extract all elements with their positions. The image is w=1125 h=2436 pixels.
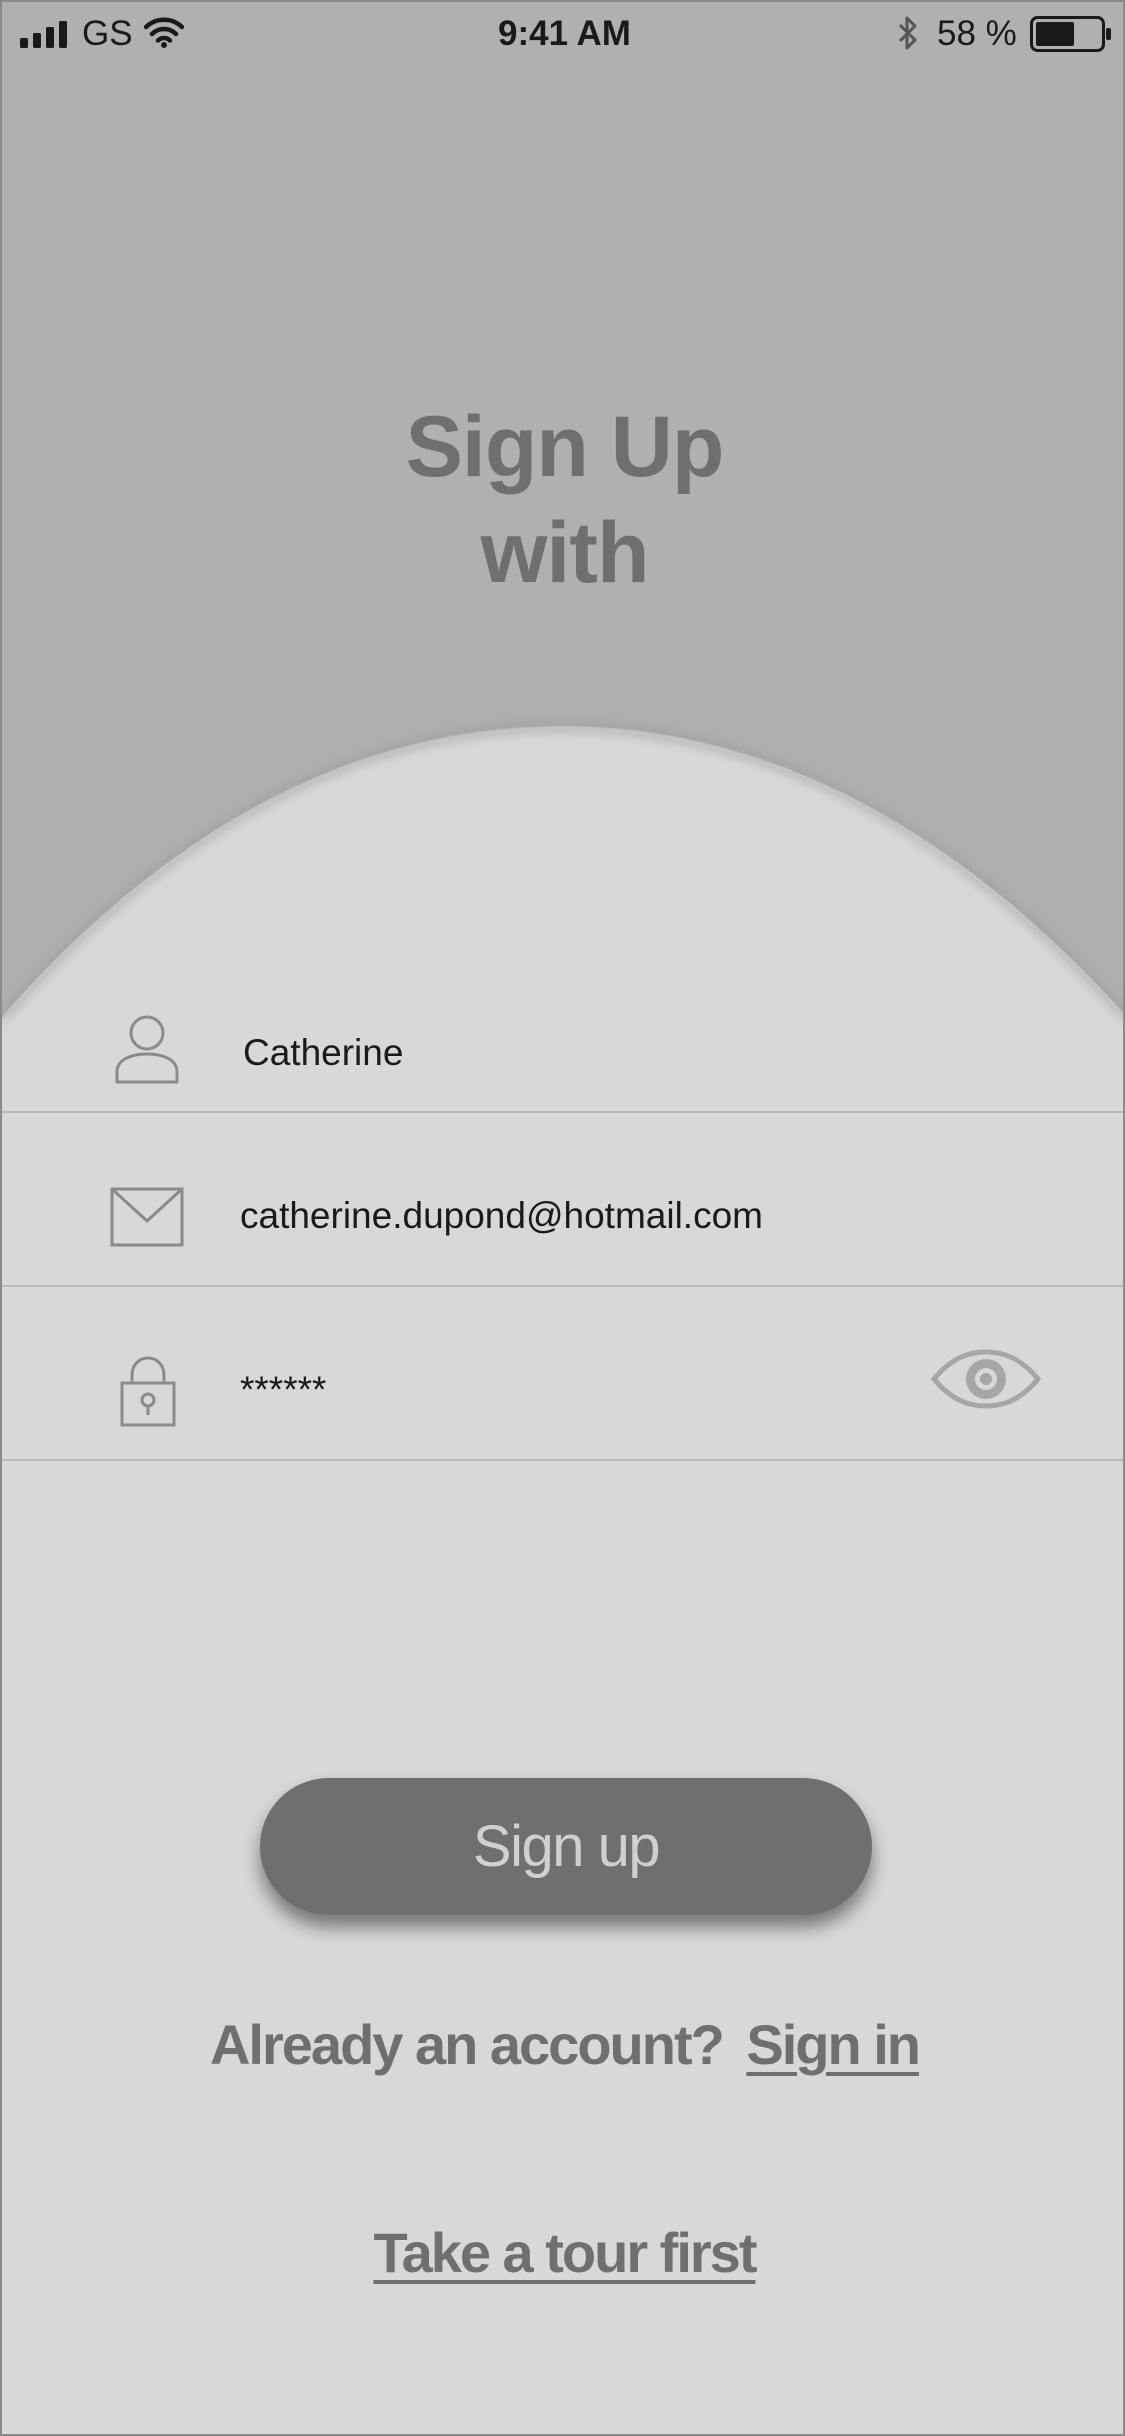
signup-screen: GS 9:41 AM 58 % Sign Up with Catherine c… [0,0,1125,2436]
page-title: Sign Up with [2,394,1123,606]
mail-icon [110,1187,184,1247]
title-line-1: Sign Up [405,399,725,495]
email-field[interactable]: catherine.dupond@hotmail.com [2,1113,1123,1285]
user-icon [115,1015,179,1084]
name-field[interactable]: Catherine [2,1002,1123,1112]
name-input[interactable]: Catherine [243,1032,403,1074]
signin-link[interactable]: Sign in [746,2013,921,2076]
bluetooth-icon [898,16,917,50]
email-input[interactable]: catherine.dupond@hotmail.com [240,1195,763,1237]
signup-button[interactable]: Sign up [260,1778,872,1915]
tour-link[interactable]: Take a tour first [374,2221,758,2284]
status-bar: GS 9:41 AM 58 % [2,2,1123,66]
password-input[interactable]: ****** [240,1369,326,1411]
battery-icon [1030,16,1111,52]
eye-icon[interactable] [930,1349,1042,1409]
battery-percent: 58 % [937,14,1017,53]
password-divider [2,1459,1123,1461]
signup-button-label: Sign up [472,1814,661,1879]
account-prompt-text: Already an account? [209,2013,725,2076]
signin-prompt: Already an account? Sign in [2,2012,1123,2077]
password-field[interactable]: ****** [2,1287,1123,1459]
lock-icon [120,1356,176,1427]
title-line-2: with [480,505,650,601]
tour-link-container: Take a tour first [2,2220,1123,2285]
